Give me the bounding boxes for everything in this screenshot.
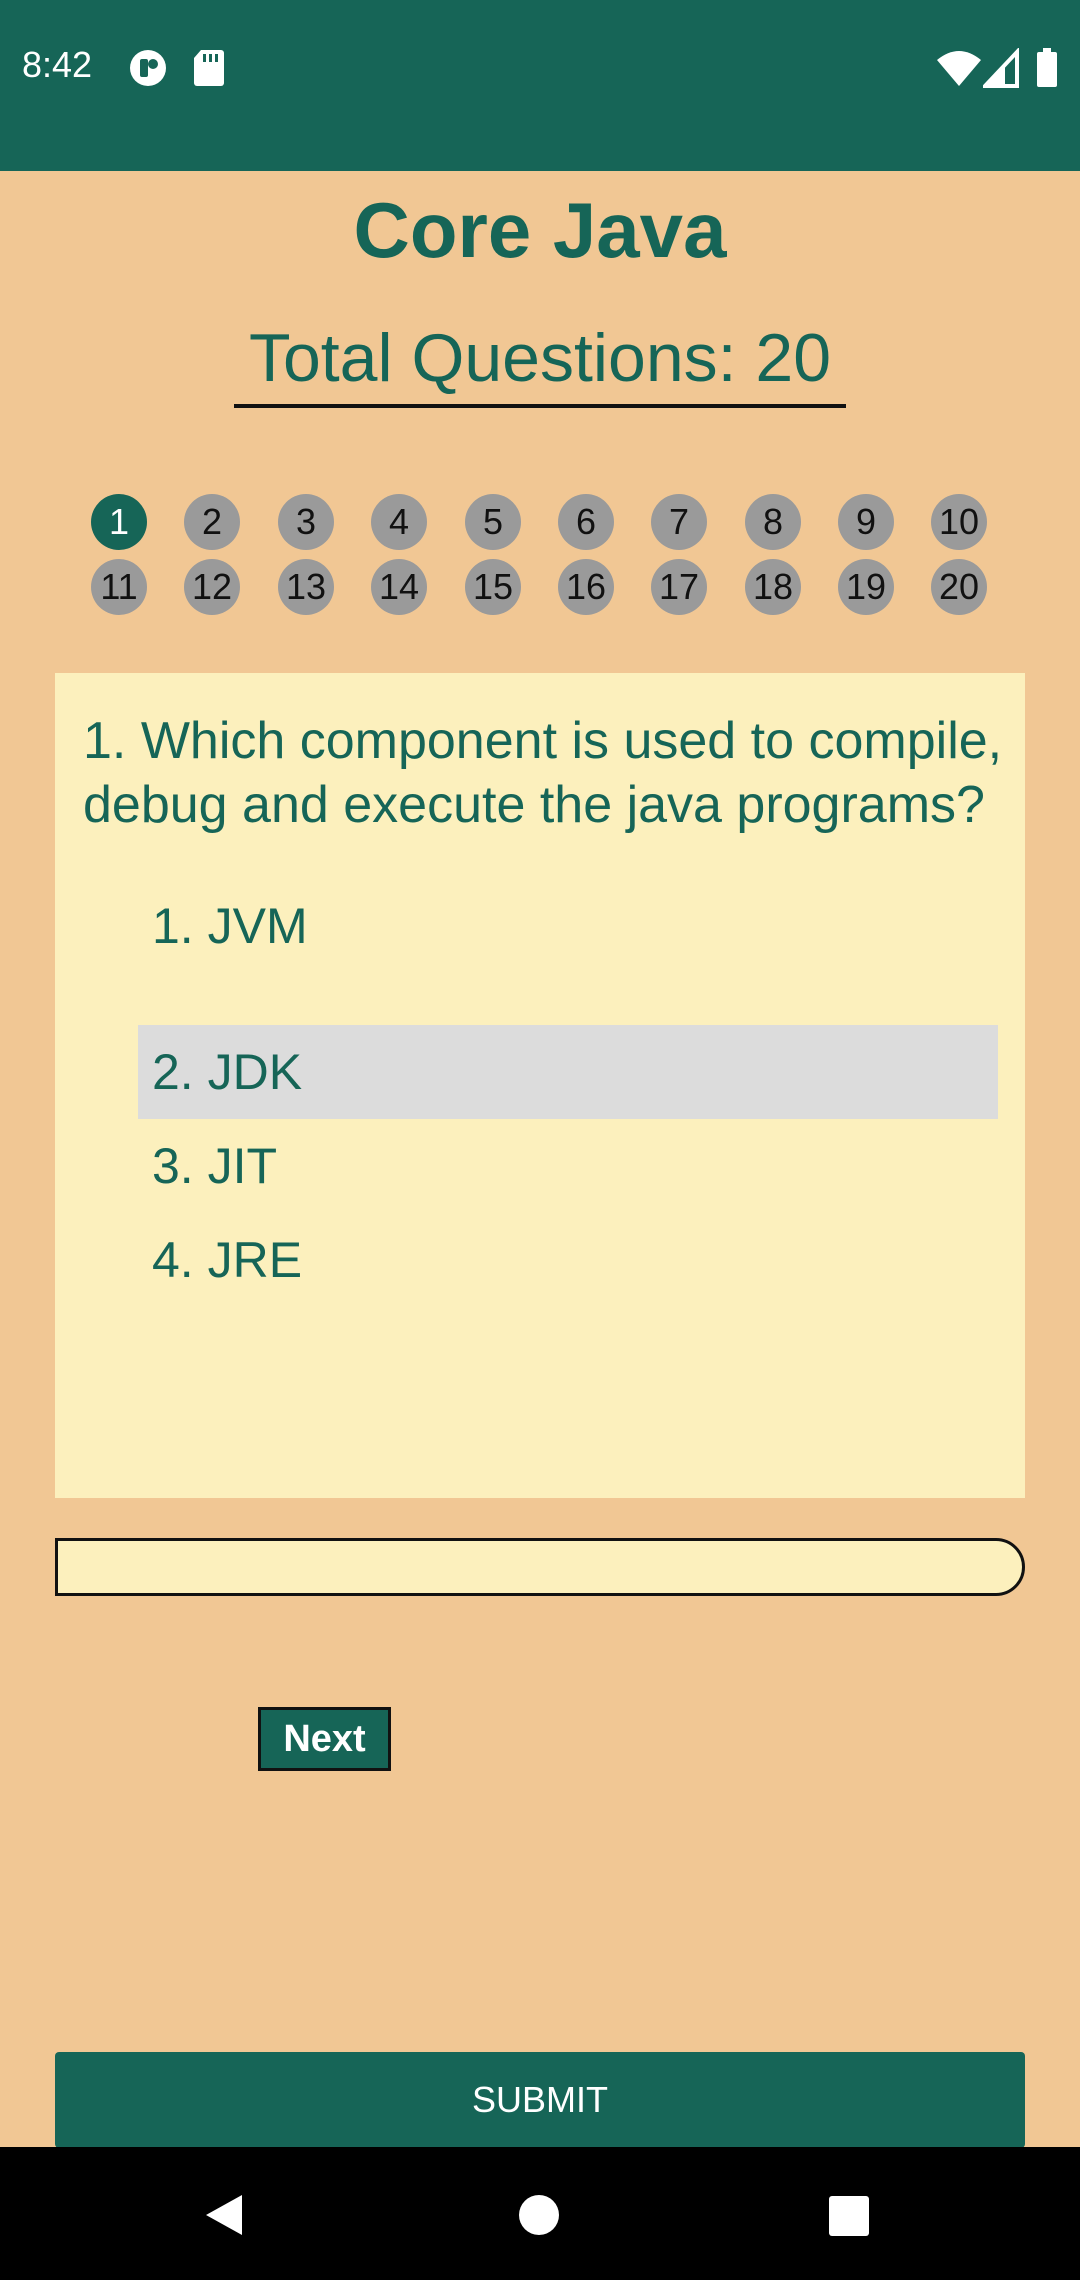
battery-icon — [1035, 48, 1059, 93]
recents-icon[interactable] — [829, 2196, 869, 2241]
quiz-title: Core Java — [353, 186, 727, 274]
question-number-18[interactable]: 18 — [745, 559, 801, 615]
wifi-icon — [937, 48, 981, 93]
submit-button[interactable]: SUBMIT — [55, 2052, 1025, 2148]
question-number-9[interactable]: 9 — [838, 494, 894, 550]
next-button[interactable]: Next — [258, 1707, 391, 1771]
question-number-12[interactable]: 12 — [184, 559, 240, 615]
question-number-3[interactable]: 3 — [278, 494, 334, 550]
question-number-10[interactable]: 10 — [931, 494, 987, 550]
option-3[interactable]: 3. JIT — [138, 1119, 998, 1213]
question-number-11[interactable]: 11 — [91, 559, 147, 615]
question-number-15[interactable]: 15 — [465, 559, 521, 615]
progress-bar — [55, 1538, 1025, 1596]
question-number-4[interactable]: 4 — [371, 494, 427, 550]
navigation-bar — [0, 2147, 1080, 2280]
question-number-13[interactable]: 13 — [278, 559, 334, 615]
question-number-7[interactable]: 7 — [651, 494, 707, 550]
question-number-5[interactable]: 5 — [465, 494, 521, 550]
question-number-6[interactable]: 6 — [558, 494, 614, 550]
status-time: 8:42 — [22, 44, 93, 85]
question-number-19[interactable]: 19 — [838, 559, 894, 615]
total-questions-label: Total Questions: 20 — [248, 320, 832, 396]
question-number-8[interactable]: 8 — [745, 494, 801, 550]
signal-icon — [980, 46, 1019, 93]
option-1[interactable]: 1. JVM — [138, 879, 998, 973]
notification-icon — [128, 48, 168, 93]
sd-card-icon — [193, 48, 225, 93]
status-bar: 8:42 — [0, 0, 1080, 171]
question-card: 1. Which component is used to compile, d… — [55, 673, 1025, 1498]
home-icon[interactable] — [518, 2194, 560, 2241]
question-number-17[interactable]: 17 — [651, 559, 707, 615]
question-text: 1. Which component is used to compile, d… — [83, 712, 1003, 834]
total-questions-underline: Total Questions: 20 — [234, 318, 846, 408]
back-icon[interactable] — [204, 2193, 244, 2242]
question-number-14[interactable]: 14 — [371, 559, 427, 615]
option-2[interactable]: 2. JDK — [138, 1025, 998, 1119]
question-number-2[interactable]: 2 — [184, 494, 240, 550]
option-4[interactable]: 4. JRE — [138, 1213, 998, 1307]
question-number-1[interactable]: 1 — [91, 494, 147, 550]
question-number-20[interactable]: 20 — [931, 559, 987, 615]
question-number-16[interactable]: 16 — [558, 559, 614, 615]
